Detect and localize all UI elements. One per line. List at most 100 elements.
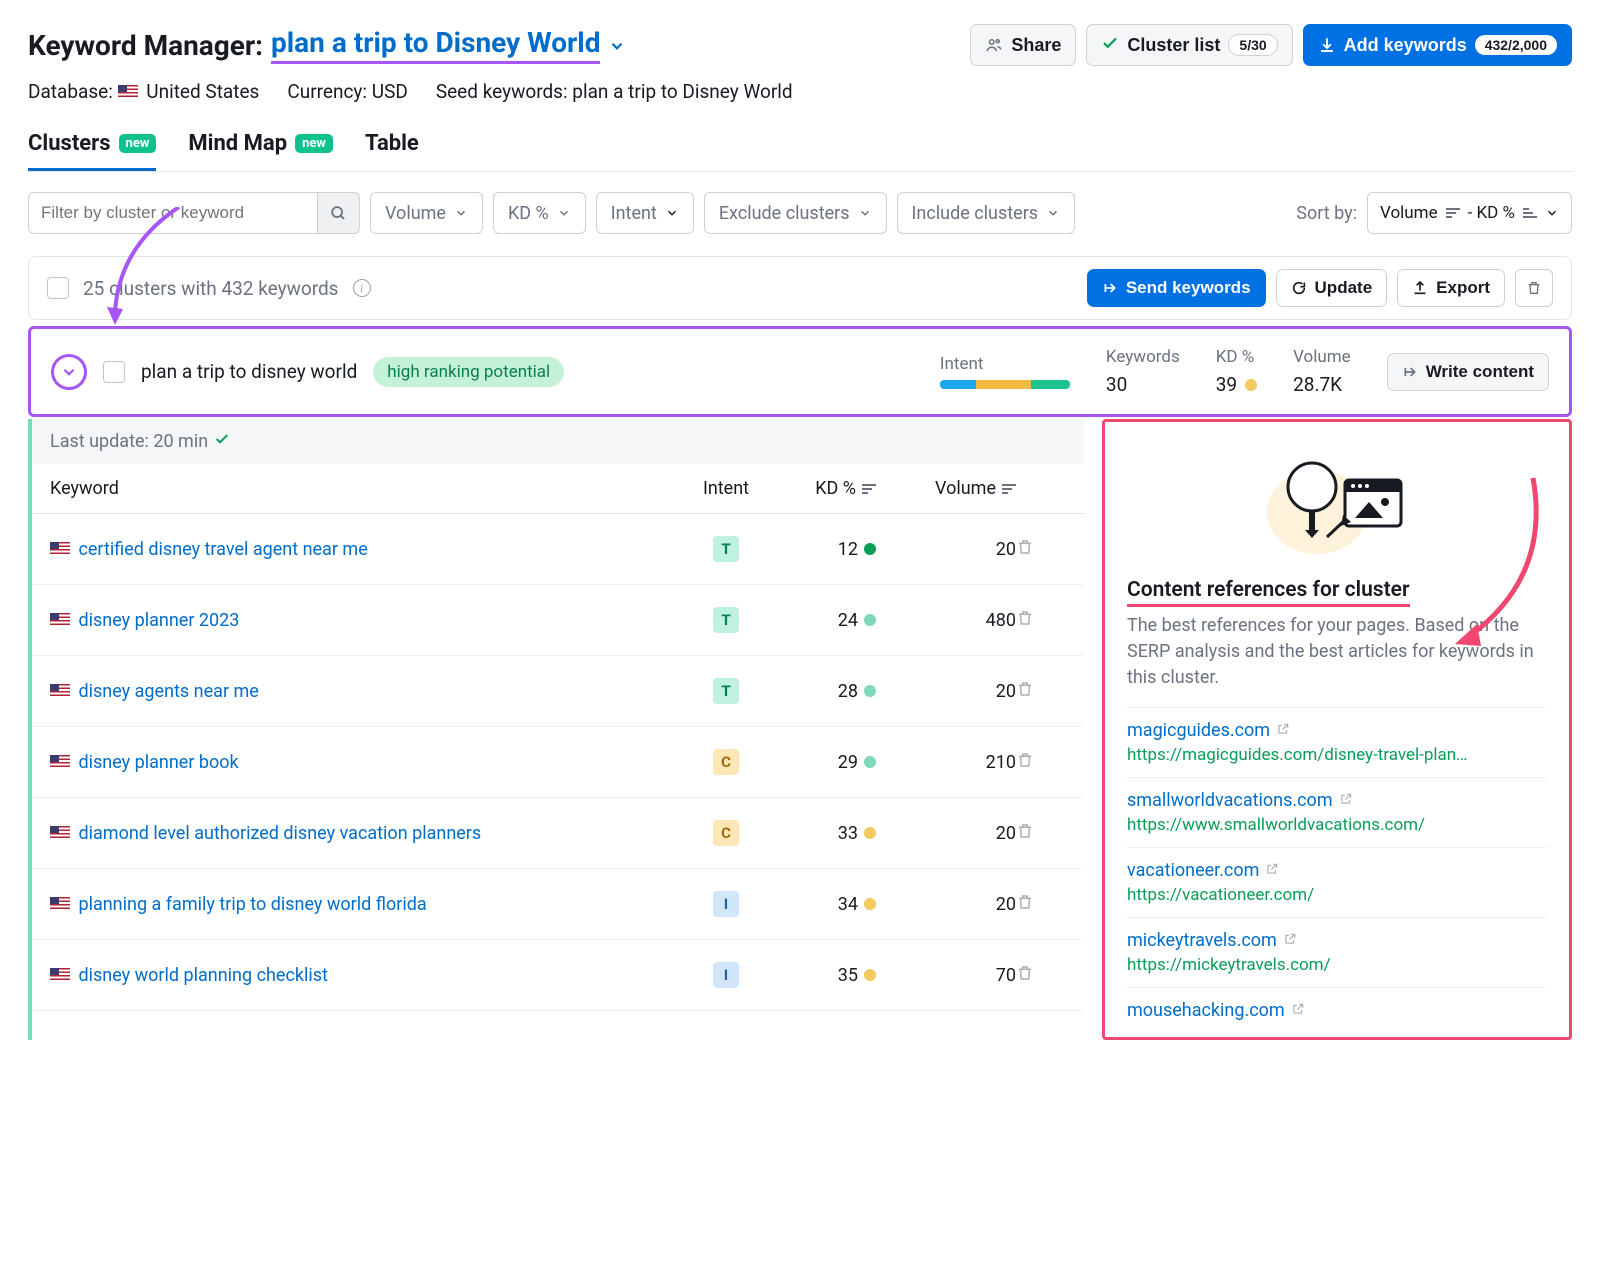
write-content-button[interactable]: Write content xyxy=(1387,353,1549,391)
table-row: disney planner 2023 T 24 480 xyxy=(32,585,1084,656)
table-row: planning a family trip to disney world f… xyxy=(32,869,1084,940)
stat-intent: Intent xyxy=(940,354,1070,389)
delete-row-button[interactable] xyxy=(1016,824,1034,845)
keyword-link[interactable]: planning a family trip to disney world f… xyxy=(78,894,426,915)
reference-domain-link[interactable]: mousehacking.com xyxy=(1127,1000,1285,1021)
download-icon xyxy=(1318,36,1336,54)
filter-row: Volume KD % Intent Exclude clusters Incl… xyxy=(28,192,1572,234)
list-title-link[interactable]: plan a trip to Disney World xyxy=(271,26,600,64)
chevron-down-icon xyxy=(1545,206,1559,220)
filter-kd[interactable]: KD % xyxy=(493,192,586,234)
intent-chip: I xyxy=(713,891,739,917)
table-row: diamond level authorized disney vacation… xyxy=(32,798,1084,869)
col-kd[interactable]: KD % xyxy=(766,478,876,499)
summary-bar: 25 clusters with 432 keywords i Send key… xyxy=(28,256,1572,320)
us-flag-icon xyxy=(50,755,70,769)
page-title: Keyword Manager: plan a trip to Disney W… xyxy=(28,26,626,64)
meta-database: Database: United States xyxy=(28,80,259,103)
share-label: Share xyxy=(1011,35,1061,56)
intent-chip: C xyxy=(713,820,739,846)
search-button[interactable] xyxy=(318,192,360,234)
reference-url: https://mickeytravels.com/ xyxy=(1127,955,1547,975)
export-button[interactable]: Export xyxy=(1397,269,1505,307)
filter-intent[interactable]: Intent xyxy=(596,192,694,234)
tab-mindmap[interactable]: Mind Mapnew xyxy=(188,131,333,171)
select-all-checkbox[interactable] xyxy=(47,277,69,299)
upload-icon xyxy=(1412,280,1428,296)
volume-cell: 210 xyxy=(876,752,1016,773)
header-actions: Share Cluster list 5/30 Add keywords 432… xyxy=(970,24,1572,66)
table-row: disney planner book C 29 210 xyxy=(32,727,1084,798)
cluster-checkbox[interactable] xyxy=(103,361,125,383)
intent-chip: I xyxy=(713,962,739,988)
external-link-icon xyxy=(1339,790,1353,811)
delete-button[interactable] xyxy=(1515,269,1553,307)
stat-kd: KD % 39 xyxy=(1216,347,1257,396)
add-keywords-button[interactable]: Add keywords 432/2,000 xyxy=(1303,24,1572,66)
reference-domain-link[interactable]: mickeytravels.com xyxy=(1127,930,1277,951)
chevron-down-icon xyxy=(1046,206,1060,220)
tab-table[interactable]: Table xyxy=(365,131,419,171)
check-icon xyxy=(214,431,230,452)
sort-desc-icon xyxy=(1446,208,1460,218)
us-flag-icon xyxy=(50,542,70,556)
chevron-down-icon xyxy=(665,206,679,220)
keyword-link[interactable]: disney agents near me xyxy=(78,681,258,702)
keyword-link[interactable]: disney planner 2023 xyxy=(78,610,239,631)
volume-cell: 70 xyxy=(876,965,1016,986)
col-volume[interactable]: Volume xyxy=(876,478,1016,499)
chevron-down-icon xyxy=(454,206,468,220)
meta-seed: Seed keywords: plan a trip to Disney Wor… xyxy=(436,80,793,103)
delete-row-button[interactable] xyxy=(1016,540,1034,561)
col-keyword: Keyword xyxy=(50,478,686,499)
us-flag-icon xyxy=(118,85,138,99)
filter-exclude[interactable]: Exclude clusters xyxy=(704,192,887,234)
search-icon xyxy=(330,205,347,222)
delete-row-button[interactable] xyxy=(1016,966,1034,987)
page-header: Keyword Manager: plan a trip to Disney W… xyxy=(28,24,1572,66)
expand-toggle[interactable] xyxy=(51,354,87,390)
delete-row-button[interactable] xyxy=(1016,682,1034,703)
delete-row-button[interactable] xyxy=(1016,895,1034,916)
keyword-table: Last update: 20 min Keyword Intent KD % … xyxy=(28,419,1084,1040)
tab-clusters[interactable]: Clustersnew xyxy=(28,131,156,171)
external-link-icon xyxy=(1276,720,1290,741)
sort-select[interactable]: Volume - KD % xyxy=(1367,192,1572,234)
keyword-link[interactable]: diamond level authorized disney vacation… xyxy=(78,823,481,844)
volume-cell: 20 xyxy=(876,539,1016,560)
delete-row-button[interactable] xyxy=(1016,611,1034,632)
reference-item: mousehacking.com xyxy=(1127,987,1547,1037)
stat-volume: Volume 28.7K xyxy=(1293,347,1351,396)
volume-cell: 20 xyxy=(876,823,1016,844)
cluster-list-button[interactable]: Cluster list 5/30 xyxy=(1086,24,1292,66)
filter-include[interactable]: Include clusters xyxy=(897,192,1076,234)
us-flag-icon xyxy=(50,968,70,982)
reference-item: vacationeer.com https://vacationeer.com/ xyxy=(1127,847,1547,917)
content-references-panel: Content references for cluster The best … xyxy=(1102,419,1572,1040)
info-icon[interactable]: i xyxy=(353,279,371,297)
delete-row-button[interactable] xyxy=(1016,753,1034,774)
add-keywords-label: Add keywords xyxy=(1344,35,1467,56)
keyword-link[interactable]: disney world planning checklist xyxy=(78,965,327,986)
filter-volume[interactable]: Volume xyxy=(370,192,483,234)
reference-domain-link[interactable]: vacationeer.com xyxy=(1127,860,1259,881)
reference-domain-link[interactable]: magicguides.com xyxy=(1127,720,1270,741)
chevron-down-icon[interactable] xyxy=(608,29,626,62)
chevron-down-icon xyxy=(60,363,78,381)
sort-asc-icon xyxy=(1523,208,1537,218)
share-button[interactable]: Share xyxy=(970,24,1076,66)
send-icon xyxy=(1102,280,1118,296)
reference-domain-link[interactable]: smallworldvacations.com xyxy=(1127,790,1333,811)
intent-chip: C xyxy=(713,749,739,775)
reference-url: https://magicguides.com/disney-travel-pl… xyxy=(1127,745,1547,765)
update-button[interactable]: Update xyxy=(1276,269,1388,307)
table-row: disney agents near me T 28 20 xyxy=(32,656,1084,727)
filter-search-input[interactable] xyxy=(28,192,318,234)
keyword-link[interactable]: disney planner book xyxy=(78,752,238,773)
volume-cell: 480 xyxy=(876,610,1016,631)
send-keywords-button[interactable]: Send keywords xyxy=(1087,269,1266,307)
keyword-link[interactable]: certified disney travel agent near me xyxy=(78,539,367,560)
sort-icon xyxy=(862,484,876,494)
view-tabs: Clustersnew Mind Mapnew Table xyxy=(28,131,1572,172)
intent-bar xyxy=(940,380,1070,389)
